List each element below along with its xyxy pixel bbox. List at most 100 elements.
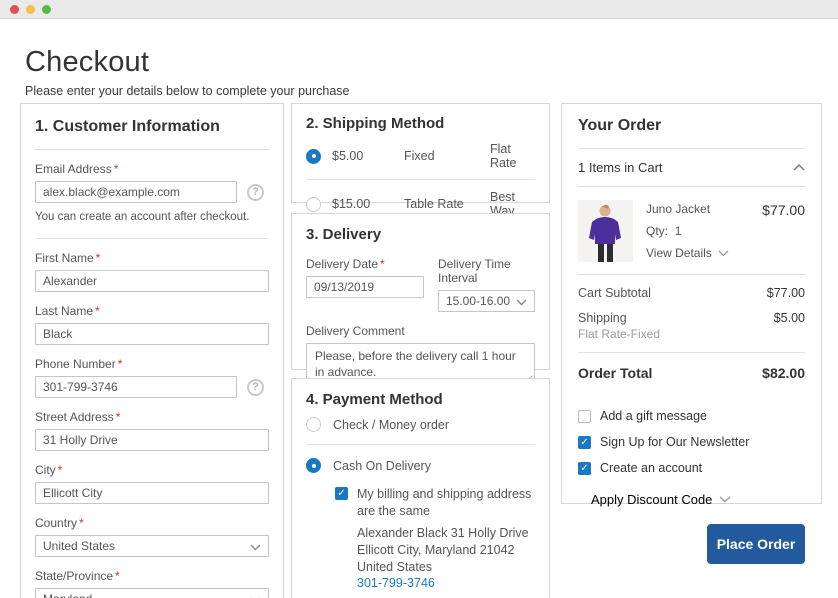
shipping-total-row: Shipping Flat Rate-Fixed $5.00 [578, 300, 805, 341]
minimize-window-icon[interactable] [26, 5, 35, 14]
delivery-date-field-group: Delivery Date* [306, 245, 424, 312]
email-help-icon[interactable]: ? [247, 184, 264, 201]
billing-address-block: Alexander Black 31 Holly Drive Ellicott … [357, 525, 535, 593]
delivery-date-label: Delivery Date [306, 257, 378, 271]
chevron-down-icon [250, 544, 261, 551]
phone-label: Phone Number [35, 357, 116, 371]
qty-label: Qty: [646, 224, 668, 238]
billing-same-label: My billing and shipping address are the … [357, 486, 535, 520]
state-select[interactable]: Maryland [35, 588, 269, 598]
country-select[interactable]: United States [35, 535, 269, 557]
radio-selected-icon[interactable] [306, 458, 321, 473]
close-window-icon[interactable] [10, 5, 19, 14]
required-marker: * [95, 304, 100, 318]
city-field-group: City* [35, 463, 269, 504]
first-name-field-group: First Name* [35, 251, 269, 292]
last-name-input[interactable] [35, 323, 269, 345]
delivery-time-selected-value: 15.00-16.00 [446, 294, 510, 308]
state-label: State/Province [35, 569, 113, 583]
required-marker: * [114, 162, 119, 176]
checkbox-unchecked-icon[interactable] [578, 410, 591, 423]
shipping-price: $15.00 [332, 197, 404, 211]
chevron-down-icon [718, 250, 729, 257]
required-marker: * [118, 357, 123, 371]
view-details-toggle[interactable]: View Details [646, 246, 729, 260]
order-total-value: $82.00 [762, 365, 805, 381]
city-label: City [35, 463, 56, 477]
shipping-method: Fixed [404, 149, 490, 163]
gift-message-checkbox-row[interactable]: Add a gift message [578, 408, 805, 425]
product-price: $77.00 [762, 202, 805, 262]
phone-help-icon[interactable]: ? [247, 379, 264, 396]
items-in-cart-label: 1 Items in Cart [578, 160, 663, 175]
shipping-method-note: Flat Rate-Fixed [578, 327, 660, 341]
first-name-input[interactable] [35, 270, 269, 292]
country-field-group: Country* United States [35, 516, 269, 557]
shipping-carrier: Flat Rate [490, 142, 535, 170]
shipping-total-label: Shipping [578, 311, 627, 325]
product-image [578, 200, 633, 262]
delivery-time-field-group: Delivery Time Interval 15.00-16.00 [438, 245, 535, 312]
billing-address-line: United States [357, 559, 535, 576]
page-subtitle: Please enter your details below to compl… [25, 84, 838, 98]
phone-input[interactable] [35, 376, 237, 398]
order-total-row: Order Total $82.00 [578, 353, 805, 381]
create-account-label: Create an account [600, 460, 702, 477]
payment-option-label: Check / Money order [333, 418, 449, 432]
checkbox-checked-icon[interactable]: ✓ [335, 487, 348, 500]
required-marker: * [115, 569, 120, 583]
email-note: You can create an account after checkout… [35, 211, 269, 223]
zoom-window-icon[interactable] [42, 5, 51, 14]
apply-discount-toggle[interactable]: Apply Discount Code [591, 492, 731, 507]
country-selected-value: United States [43, 539, 115, 553]
page-header: Checkout Please enter your details below… [0, 19, 838, 98]
cart-subtotal-row: Cart Subtotal $77.00 [578, 275, 805, 300]
shipping-price: $5.00 [332, 149, 404, 163]
cart-subtotal-label: Cart Subtotal [578, 286, 651, 300]
product-name: Juno Jacket [646, 202, 762, 216]
required-marker: * [380, 257, 385, 271]
billing-address-line: Ellicott City, Maryland 21042 [357, 542, 535, 559]
order-summary-section: Your Order 1 Items in Cart Juno Jacket Q… [561, 103, 822, 504]
payment-method-section: 4. Payment Method Check / Money order Ca… [291, 378, 550, 598]
gift-message-label: Add a gift message [600, 408, 707, 425]
delivery-date-input[interactable] [306, 276, 424, 298]
billing-address-line: Alexander Black 31 Holly Drive [357, 525, 535, 542]
items-in-cart-toggle[interactable]: 1 Items in Cart [578, 149, 805, 187]
shipping-method-heading: 2. Shipping Method [306, 115, 535, 132]
last-name-label: Last Name [35, 304, 93, 318]
payment-option-cash-on-delivery[interactable]: Cash On Delivery [306, 458, 535, 473]
state-selected-value: Maryland [43, 592, 92, 598]
checkbox-checked-icon[interactable]: ✓ [578, 436, 591, 449]
delivery-time-select[interactable]: 15.00-16.00 [438, 290, 535, 312]
shipping-option-flat-rate[interactable]: $5.00 Fixed Flat Rate [306, 132, 535, 180]
checkbox-checked-icon[interactable]: ✓ [578, 462, 591, 475]
shipping-method: Table Rate [404, 197, 490, 211]
email-field-group: Email Address* ? You can create an accou… [35, 162, 269, 223]
billing-same-checkbox-row[interactable]: ✓ My billing and shipping address are th… [335, 486, 535, 520]
shipping-total-value: $5.00 [774, 311, 805, 341]
create-account-checkbox-row[interactable]: ✓ Create an account [578, 460, 805, 477]
country-label: Country [35, 516, 77, 530]
email-input[interactable] [35, 181, 237, 203]
payment-option-check-money-order[interactable]: Check / Money order [306, 408, 535, 445]
billing-phone-link[interactable]: 301-799-3746 [357, 576, 435, 590]
chevron-down-icon [719, 496, 731, 503]
radio-selected-icon[interactable] [306, 149, 321, 164]
radio-unselected-icon[interactable] [306, 197, 321, 212]
city-input[interactable] [35, 482, 269, 504]
customer-information-heading: 1. Customer Information [35, 118, 269, 150]
place-order-button[interactable]: Place Order [707, 524, 805, 564]
radio-unselected-icon[interactable] [306, 417, 321, 432]
required-marker: * [96, 251, 101, 265]
payment-option-label: Cash On Delivery [333, 459, 431, 473]
street-input[interactable] [35, 429, 269, 451]
qty-value: 1 [675, 224, 682, 238]
required-marker: * [58, 463, 63, 477]
required-marker: * [79, 516, 84, 530]
delivery-heading: 3. Delivery [306, 226, 535, 243]
delivery-time-label: Delivery Time Interval [438, 257, 511, 285]
chevron-down-icon [516, 299, 527, 306]
newsletter-label: Sign Up for Our Newsletter [600, 434, 749, 451]
newsletter-checkbox-row[interactable]: ✓ Sign Up for Our Newsletter [578, 434, 805, 451]
